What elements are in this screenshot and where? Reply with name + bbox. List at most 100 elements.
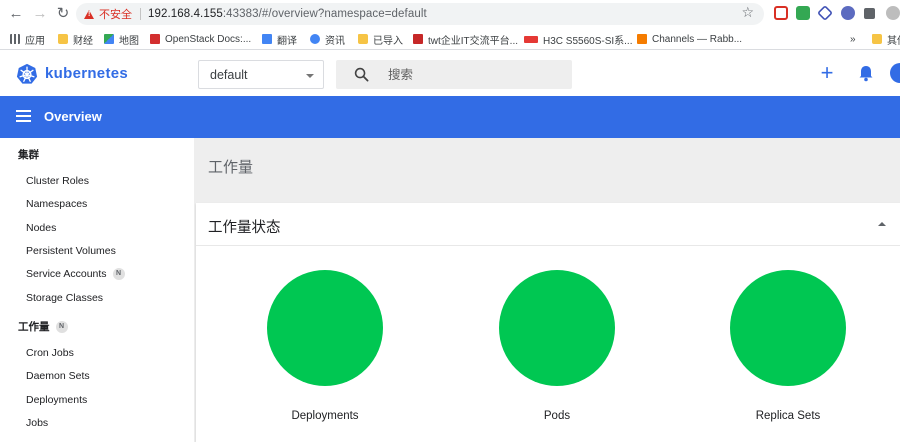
sidebar-item-label: Jobs [26, 417, 49, 429]
sidebar-item-namespaces[interactable]: Namespaces [26, 198, 87, 210]
account-avatar[interactable] [890, 63, 900, 83]
maps-icon [104, 34, 114, 44]
chart-label: Deployments [291, 410, 359, 422]
h3c-icon [524, 35, 538, 43]
extensions-puzzle-icon[interactable] [864, 8, 875, 19]
extension-check-icon[interactable] [841, 6, 855, 20]
rabbitmq-icon [637, 34, 647, 44]
sidebar-item-cluster-roles[interactable]: Cluster Roles [26, 175, 89, 187]
pods-status-chart[interactable]: Pods [477, 257, 637, 432]
bookmark-maps[interactable]: 地图 [104, 32, 139, 47]
bookmark-other[interactable]: 其他 [872, 32, 900, 47]
bookmark-label: 财经 [73, 35, 93, 47]
running-slice [499, 270, 615, 386]
apps-grid-icon [10, 34, 20, 44]
running-slice [730, 270, 846, 386]
extension-pocket-icon[interactable] [774, 6, 788, 20]
main-content: 工作量 工作量状态 Deployments Pods Replica Sets [194, 138, 900, 442]
bookmark-label: twt企业IT交流平台... [428, 35, 518, 47]
sidebar-section-cluster[interactable]: 集群 [18, 147, 39, 162]
forward-arrow-icon[interactable]: → [30, 4, 50, 24]
sidebar-item-daemon-sets[interactable]: Daemon Sets [26, 370, 90, 382]
page-title: 工作量 [208, 159, 254, 176]
sidebar-nav: 集群 Cluster Roles Namespaces Nodes Persis… [0, 138, 194, 442]
replica-sets-status-chart[interactable]: Replica Sets [708, 257, 868, 432]
bookmark-label: 地图 [119, 35, 139, 47]
chevron-up-icon[interactable] [878, 222, 886, 226]
brand-name[interactable]: kubernetes [45, 65, 128, 82]
sidebar-item-label: Daemon Sets [26, 370, 90, 382]
bookmark-apps[interactable]: 应用 [10, 32, 45, 47]
namespace-value: default [210, 68, 248, 82]
workload-status-card: 工作量状态 Deployments Pods Replica Sets [196, 203, 900, 442]
search-input[interactable] [388, 66, 563, 83]
status-pie [267, 270, 383, 386]
sidebar-item-service-accounts[interactable]: Service Accounts N [26, 268, 125, 280]
url-text[interactable]: 192.168.4.155:43383/#/overview?namespace… [148, 8, 427, 20]
news-icon [310, 34, 320, 44]
sidebar-heading: 集群 [18, 149, 39, 161]
bookmark-label: 已导入 [373, 35, 403, 47]
sidebar-item-jobs[interactable]: Jobs [26, 417, 48, 429]
plus-icon: + [820, 60, 834, 85]
search-icon [354, 67, 369, 82]
bookmark-imported[interactable]: 已导入 [358, 32, 403, 47]
sidebar-item-label: Service Accounts [26, 268, 107, 280]
url-omnibox[interactable]: 不安全 192.168.4.155:43383/#/overview?names… [76, 3, 764, 25]
more-bookmarks-icon: » [850, 33, 856, 45]
bookmark-label: 其他 [887, 35, 900, 47]
bookmark-star-icon[interactable]: ☆ [741, 4, 754, 21]
notifications-bell-icon[interactable] [857, 64, 875, 82]
running-slice [267, 270, 383, 386]
sidebar-heading: 工作量 [18, 321, 50, 333]
search-bar[interactable] [336, 60, 572, 89]
card-title: 工作量状态 [208, 220, 281, 236]
warning-icon [84, 9, 94, 19]
back-arrow-icon[interactable]: ← [6, 4, 26, 24]
sidebar-item-label: Persistent Volumes [26, 245, 116, 257]
bookmark-openstack[interactable]: OpenStack Docs:... [150, 32, 251, 46]
bookmark-news[interactable]: 资讯 [310, 32, 345, 47]
url-path: :43383/#/overview?namespace=default [222, 8, 427, 20]
bookmark-translate[interactable]: 翻译 [262, 32, 297, 47]
sidebar-item-label: Cluster Roles [26, 175, 90, 187]
namespaced-badge: N [112, 268, 125, 280]
extension-cube-icon[interactable] [817, 5, 833, 21]
sidebar-item-persistent-volumes[interactable]: Persistent Volumes [26, 245, 116, 257]
chart-label: Replica Sets [755, 410, 821, 422]
bookmarks-bar: 应用 财经 地图 OpenStack Docs:... 翻译 资讯 已导入 tw… [0, 28, 900, 50]
namespaced-badge: N [55, 320, 68, 333]
more-bookmarks-button[interactable]: » [850, 32, 856, 46]
bookmark-label: 应用 [25, 35, 45, 47]
bookmark-h3c[interactable]: H3C S5560S-SI系... [524, 32, 633, 47]
extension-green-icon[interactable] [796, 6, 810, 20]
bookmark-finance[interactable]: 财经 [58, 32, 93, 47]
menu-hamburger-icon[interactable] [16, 110, 31, 122]
sidebar-item-cron-jobs[interactable]: Cron Jobs [26, 347, 74, 359]
kubernetes-logo-icon[interactable] [16, 63, 38, 85]
page-toolbar: Overview [0, 96, 900, 138]
bookmark-twt[interactable]: twt企业IT交流平台... [413, 32, 518, 47]
deployments-status-chart[interactable]: Deployments [245, 257, 405, 432]
sidebar-item-nodes[interactable]: Nodes [26, 222, 56, 234]
bookmark-rabbitmq[interactable]: Channels — Rabb... [637, 32, 742, 46]
sidebar-item-label: Namespaces [26, 198, 88, 210]
folder-icon [872, 34, 882, 44]
twt-icon [413, 34, 423, 44]
bookmark-label: H3C S5560S-SI系... [543, 35, 633, 47]
card-divider [196, 245, 900, 246]
translate-icon [262, 34, 272, 44]
sidebar-item-label: Nodes [26, 222, 57, 234]
sidebar-item-storage-classes[interactable]: Storage Classes [26, 292, 103, 304]
profile-avatar-icon[interactable] [886, 6, 900, 20]
bookmark-label: OpenStack Docs:... [165, 33, 252, 45]
create-button[interactable]: + [818, 61, 836, 85]
bookmark-label: Channels — Rabb... [652, 33, 743, 45]
namespace-select[interactable]: default [198, 60, 324, 89]
sidebar-item-deployments[interactable]: Deployments [26, 394, 87, 406]
app-header: kubernetes default + [0, 51, 900, 96]
sidebar-section-workloads[interactable]: 工作量 N [18, 319, 68, 334]
status-pie [730, 270, 846, 386]
reload-icon[interactable]: ↻ [53, 4, 73, 24]
toolbar-title: Overview [44, 109, 102, 124]
